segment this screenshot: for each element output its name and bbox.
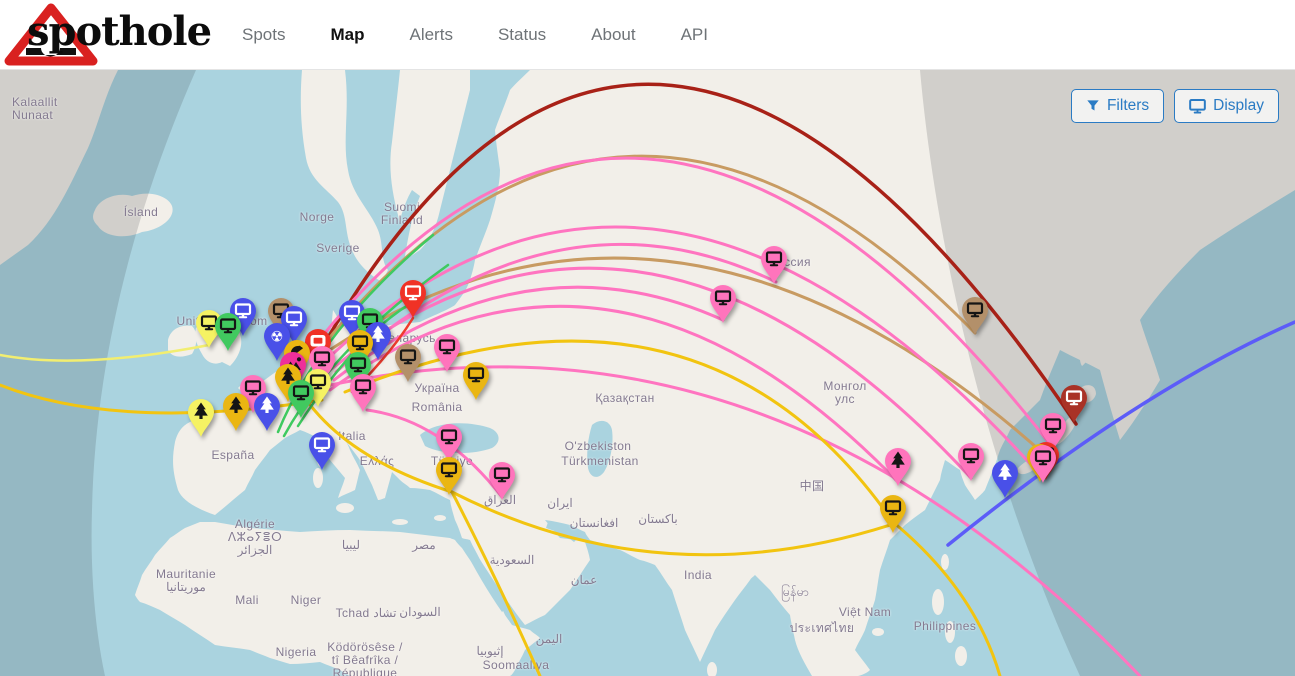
spot-marker[interactable]	[759, 245, 789, 285]
spot-marker[interactable]	[432, 333, 462, 373]
spot-marker[interactable]	[348, 373, 378, 413]
spot-marker[interactable]	[990, 459, 1020, 499]
spot-marker[interactable]	[878, 494, 908, 534]
app-header: spothole Spots Map Alerts Status About A…	[0, 0, 1295, 70]
spothole-logo[interactable]: spothole	[0, 0, 200, 70]
nav-about[interactable]: About	[591, 25, 635, 45]
nav-alerts[interactable]: Alerts	[409, 25, 452, 45]
map-controls: Filters Display	[1071, 89, 1279, 123]
spot-marker[interactable]	[487, 461, 517, 501]
display-button[interactable]: Display	[1174, 89, 1279, 123]
spot-marker[interactable]	[1028, 444, 1058, 484]
filters-button[interactable]: Filters	[1071, 89, 1164, 123]
spot-marker[interactable]	[960, 296, 990, 336]
spot-marker[interactable]	[252, 392, 282, 432]
display-icon	[1189, 99, 1206, 114]
spot-marker[interactable]	[286, 379, 316, 419]
spot-marker[interactable]	[883, 447, 913, 487]
spot-marker[interactable]	[307, 431, 337, 471]
marker-layer: ☢	[0, 70, 1295, 676]
nav-api[interactable]: API	[681, 25, 708, 45]
display-button-label: Display	[1213, 97, 1264, 115]
spot-marker[interactable]	[186, 398, 216, 438]
spot-marker[interactable]	[393, 343, 423, 383]
filter-icon	[1086, 99, 1100, 113]
brand-title: spothole	[27, 8, 211, 55]
spot-marker[interactable]	[398, 279, 428, 319]
filters-button-label: Filters	[1107, 97, 1149, 115]
spot-marker[interactable]	[434, 456, 464, 496]
nav-spots[interactable]: Spots	[242, 25, 285, 45]
spot-marker[interactable]	[708, 284, 738, 324]
spot-marker[interactable]	[956, 442, 986, 482]
nav-status[interactable]: Status	[498, 25, 546, 45]
world-map[interactable]: KalaallitNunaatÍslandNorgeSverigeSuomiFi…	[0, 70, 1295, 676]
main-nav: Spots Map Alerts Status About API	[242, 25, 708, 45]
spot-marker[interactable]	[221, 392, 251, 432]
spot-marker[interactable]	[213, 312, 243, 352]
nav-map[interactable]: Map	[330, 25, 364, 45]
spot-marker[interactable]	[461, 361, 491, 401]
